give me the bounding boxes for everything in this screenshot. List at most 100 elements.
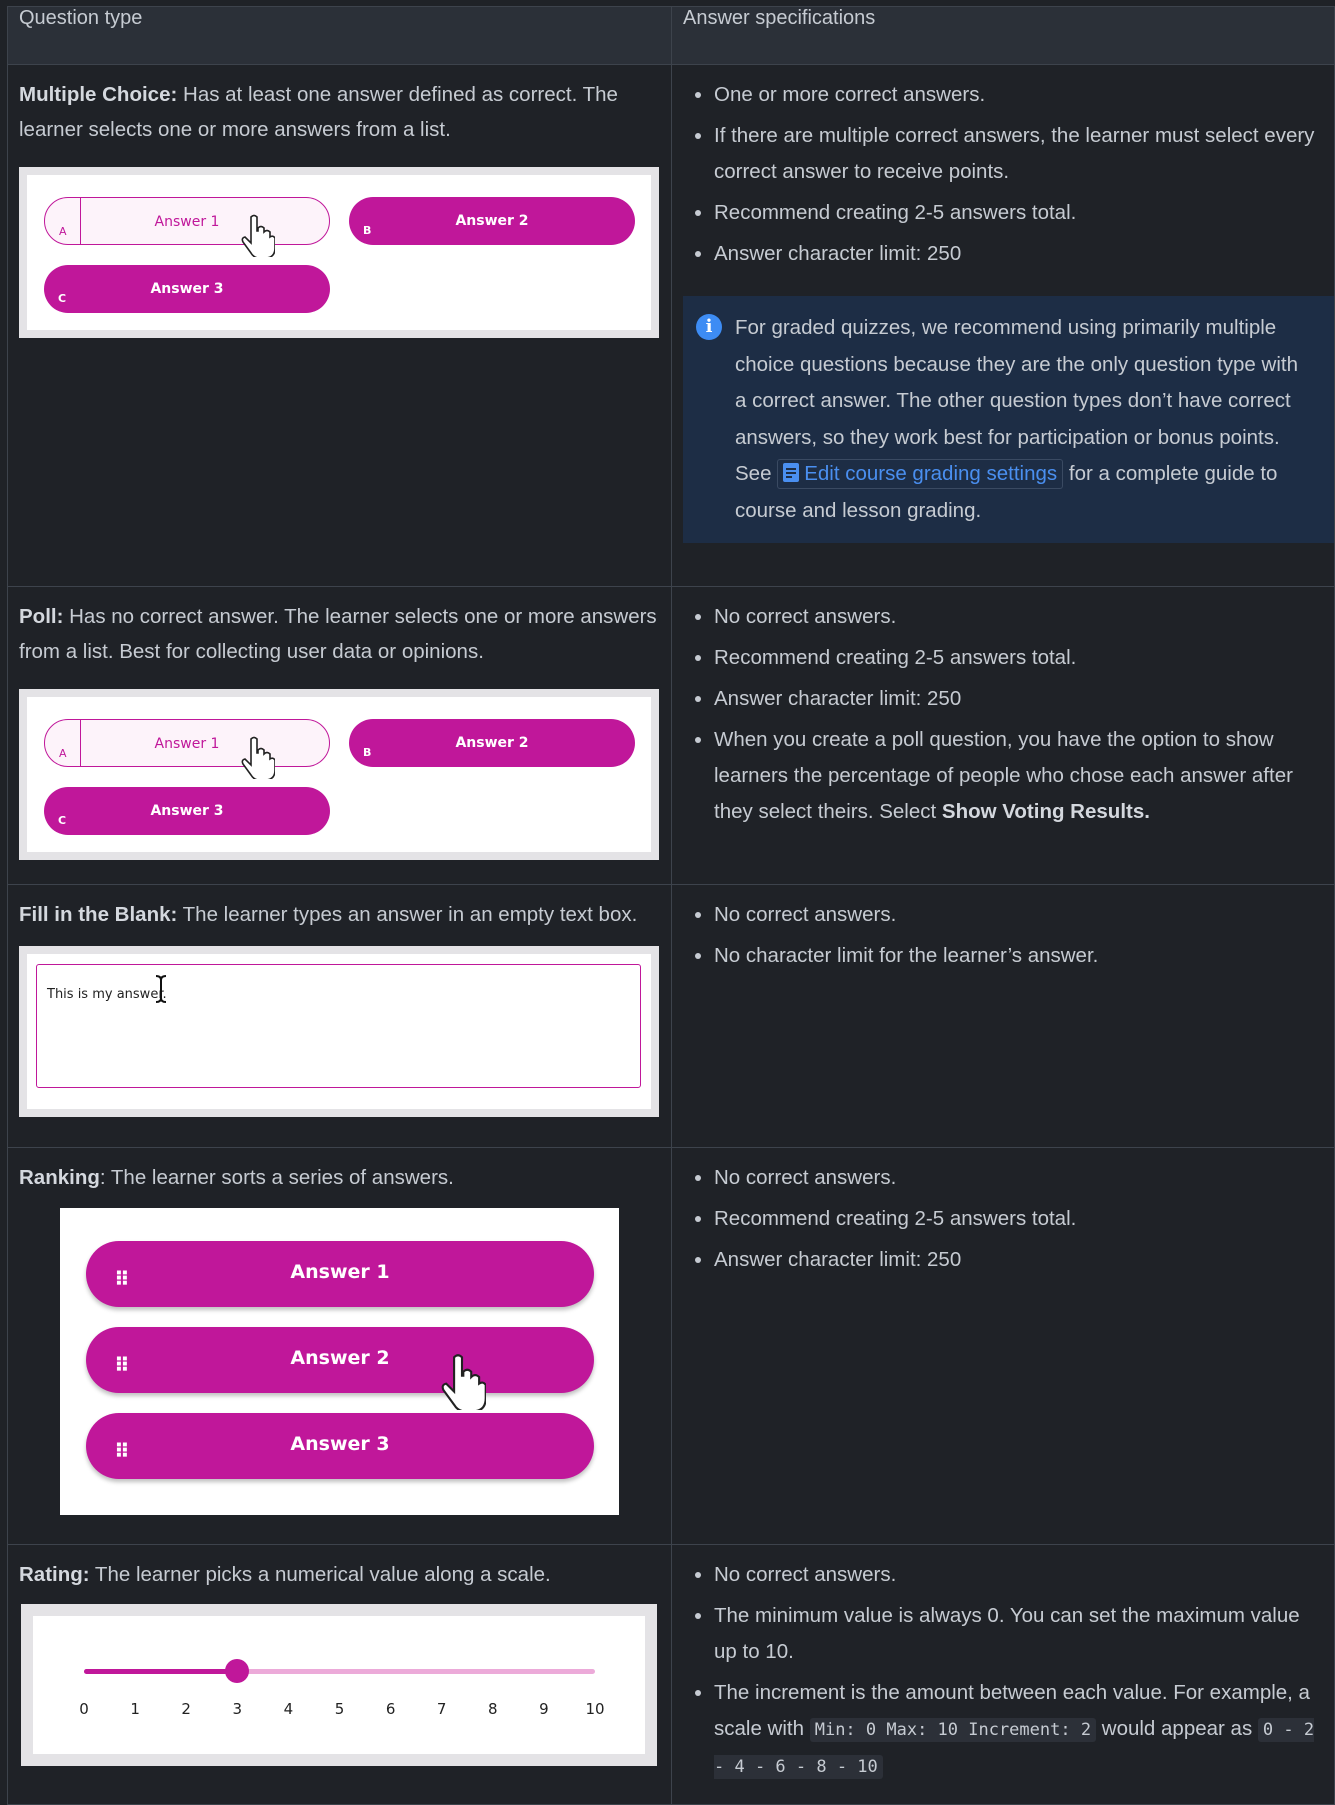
header-question-type: Question type — [7, 6, 672, 65]
row-description: Rating: The learner picks a numerical va… — [19, 1557, 660, 1592]
spec-list: No correct answers. Recommend creating 2… — [683, 599, 1323, 830]
grading-info-callout: i For graded quizzes, we recommend using… — [683, 296, 1334, 543]
ranking-item-1[interactable]: ⠿ Answer 1 — [86, 1241, 594, 1307]
rating-demo: 0 1 2 3 4 5 6 7 8 9 10 — [21, 1604, 657, 1766]
spec-item: Answer character limit: 250 — [714, 1242, 1323, 1278]
rating-tick-label: 6 — [385, 1700, 396, 1718]
question-type-cell: Ranking: The learner sorts a series of a… — [7, 1147, 672, 1545]
row-desc-text: : The learner sorts a series of answers. — [99, 1166, 454, 1189]
ranking-item-label: Answer 2 — [290, 1347, 390, 1369]
rating-tick-label: 8 — [488, 1700, 498, 1718]
rating-tick-label: 2 — [181, 1700, 191, 1718]
row-title: Rating: — [19, 1563, 90, 1586]
answer-option-a[interactable]: A Answer 1 — [44, 719, 330, 767]
spec-list: One or more correct answers. If there ar… — [683, 77, 1323, 272]
option-label: Answer 1 — [154, 736, 220, 752]
table-header-row: Question type Answer specifications — [7, 6, 1335, 65]
answer-option-c[interactable]: C Answer 3 — [44, 265, 330, 313]
spec-item: Answer character limit: 250 — [714, 681, 1323, 717]
spec-item: No correct answers. — [714, 599, 1323, 635]
row-title: Poll: — [19, 605, 64, 628]
spec-item: No correct answers. — [714, 897, 1323, 933]
option-label: Answer 2 — [455, 213, 529, 229]
header-answer-specs: Answer specifications — [671, 6, 1335, 65]
table-row: Rating: The learner picks a numerical va… — [7, 1544, 1335, 1805]
row-description: Ranking: The learner sorts a series of a… — [19, 1160, 660, 1195]
spec-item: No character limit for the learner’s ans… — [714, 938, 1323, 974]
row-description: Fill in the Blank: The learner types an … — [19, 897, 660, 932]
row-title: Ranking — [19, 1166, 100, 1189]
callout-text: For graded quizzes, we recommend using p… — [735, 316, 1298, 449]
rating-slider-fill — [84, 1669, 238, 1674]
spec-item: Answer character limit: 250 — [714, 236, 1323, 272]
rating-tick-label: 0 — [79, 1700, 89, 1718]
spec-list: No correct answers. The minimum value is… — [683, 1557, 1323, 1785]
hand-cursor-icon — [441, 1354, 486, 1410]
rating-tick-label: 9 — [539, 1700, 549, 1718]
row-title: Fill in the Blank: — [19, 903, 178, 926]
ranking-item-label: Answer 3 — [290, 1433, 390, 1455]
hand-cursor-icon — [241, 214, 275, 257]
row-description: Poll: Has no correct answer. The learner… — [19, 599, 660, 669]
row-desc-text: The learner types an answer in an empty … — [177, 903, 638, 926]
option-label: Answer 2 — [455, 735, 529, 751]
ranking-item-2[interactable]: ⠿ Answer 2 — [86, 1327, 594, 1393]
table-row: Fill in the Blank: The learner types an … — [7, 884, 1335, 1148]
answer-option-c[interactable]: C Answer 3 — [44, 787, 330, 835]
spec-item: Recommend creating 2-5 answers total. — [714, 1201, 1323, 1237]
answer-specs-cell: No correct answers. Recommend creating 2… — [671, 1147, 1335, 1545]
row-title: Multiple Choice: — [19, 83, 178, 106]
table-row: Ranking: The learner sorts a series of a… — [7, 1147, 1335, 1545]
spec-item: One or more correct answers. — [714, 77, 1323, 113]
answer-option-b[interactable]: B Answer 2 — [349, 197, 635, 245]
row-description: Multiple Choice: Has at least one answer… — [19, 77, 660, 147]
option-label: Answer 1 — [154, 214, 220, 230]
answer-option-a[interactable]: A Answer 1 — [44, 197, 330, 245]
answer-specs-cell: One or more correct answers. If there ar… — [671, 64, 1335, 587]
question-type-cell: Poll: Has no correct answer. The learner… — [7, 586, 672, 885]
answer-specs-cell: No correct answers. No character limit f… — [671, 884, 1335, 1148]
answer-text-value: This is my answer. — [47, 987, 167, 1002]
spec-list: No correct answers. No character limit f… — [683, 897, 1323, 974]
option-label: Answer 3 — [150, 803, 224, 819]
rating-tick-label: 1 — [130, 1700, 140, 1718]
spec-item: Recommend creating 2-5 answers total. — [714, 640, 1323, 676]
rating-tick-labels: 0 1 2 3 4 5 6 7 8 9 10 — [79, 1692, 604, 1718]
question-type-cell: Rating: The learner picks a numerical va… — [7, 1544, 672, 1805]
hand-cursor-icon — [241, 736, 275, 779]
rating-tick-label: 4 — [283, 1700, 294, 1718]
rating-tick-label: 7 — [436, 1700, 447, 1718]
callout-see-line: See Edit course grading settings for a c… — [735, 456, 1314, 529]
answer-option-b[interactable]: B Answer 2 — [349, 719, 635, 767]
spec-item: No correct answers. — [714, 1160, 1323, 1196]
edit-grading-settings-link[interactable]: Edit course grading settings — [777, 459, 1064, 489]
rating-tick-label: 3 — [232, 1700, 243, 1718]
text-cursor-icon — [155, 975, 167, 1003]
ranking-demo: ⠿ Answer 1 ⠿ Answer 2 ⠿ Answer 3 — [60, 1208, 619, 1515]
rating-slider-thumb[interactable] — [225, 1659, 250, 1683]
poll-demo: A Answer 1 B Answer 2 C Answer 3 — [19, 689, 659, 860]
table-row: Poll: Has no correct answer. The learner… — [7, 586, 1335, 885]
table-row: Multiple Choice: Has at least one answer… — [7, 64, 1335, 587]
spec-item: The increment is the amount between each… — [714, 1675, 1323, 1785]
spec-list: No correct answers. Recommend creating 2… — [683, 1160, 1323, 1278]
fill-in-blank-demo: This is my answer. — [19, 946, 659, 1117]
increment-example-code: Min: 0 Max: 10 Increment: 2 — [809, 1718, 1097, 1742]
spec-item: The minimum value is always 0. You can s… — [714, 1598, 1323, 1670]
answer-specs-cell: No correct answers. Recommend creating 2… — [671, 586, 1335, 885]
question-type-cell: Fill in the Blank: The learner types an … — [7, 884, 672, 1148]
rating-slider-track[interactable] — [84, 1659, 595, 1683]
row-desc-text: The learner picks a numerical value alon… — [89, 1563, 551, 1586]
multiple-choice-demo: A Answer 1 B Answer 2 C Answer 3 — [19, 167, 659, 338]
show-voting-results-label: Show Voting Results. — [941, 800, 1150, 823]
answer-text-box[interactable]: This is my answer. — [36, 964, 641, 1088]
spec-item: When you create a poll question, you hav… — [714, 722, 1323, 830]
info-icon: i — [696, 314, 722, 340]
answer-specs-cell: No correct answers. The minimum value is… — [671, 1544, 1335, 1805]
spec-item: No correct answers. — [714, 1557, 1323, 1593]
row-desc-text: Has no correct answer. The learner selec… — [19, 605, 657, 663]
document-icon — [783, 463, 800, 482]
ranking-item-3[interactable]: ⠿ Answer 3 — [86, 1413, 594, 1479]
question-type-cell: Multiple Choice: Has at least one answer… — [7, 64, 672, 587]
spec-item: Recommend creating 2-5 answers total. — [714, 195, 1323, 231]
